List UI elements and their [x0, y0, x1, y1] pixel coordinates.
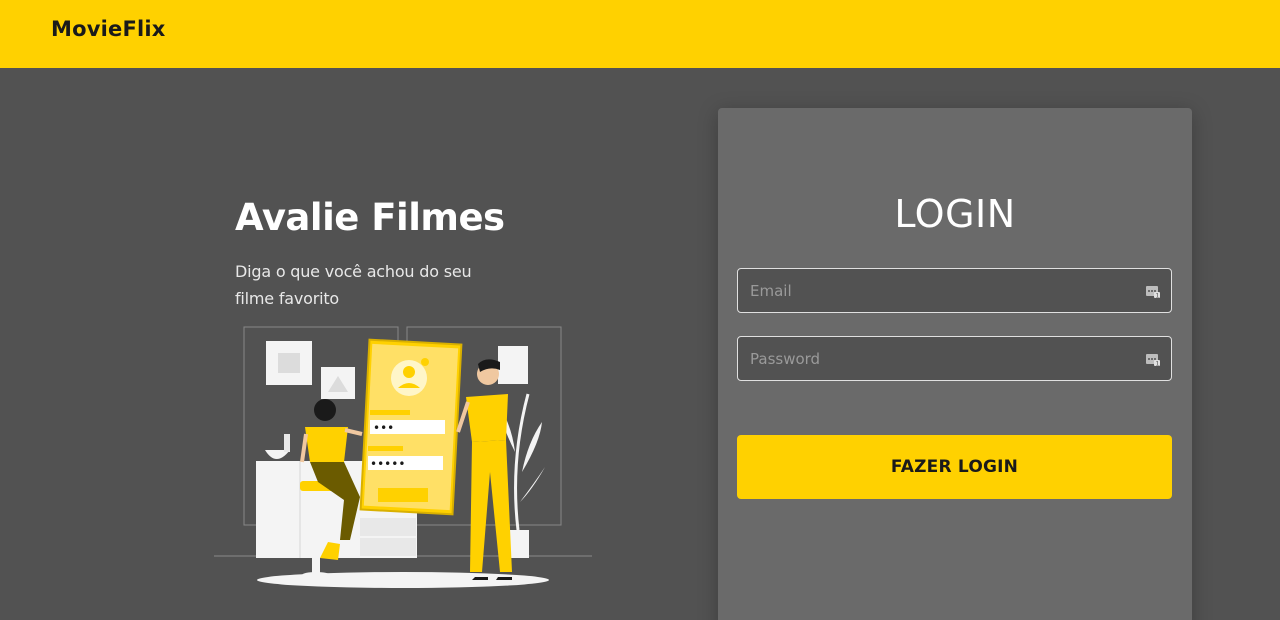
- hero-subtitle: Diga o que você achou do seu filme favor…: [235, 262, 472, 308]
- navbar: MovieFlix: [0, 0, 1280, 68]
- svg-text:1: 1: [1156, 293, 1160, 300]
- password-manager-icon[interactable]: 1: [1145, 351, 1161, 367]
- password-manager-icon[interactable]: 1: [1145, 283, 1161, 299]
- brand-logo[interactable]: MovieFlix: [51, 17, 166, 41]
- login-card: LOGIN 1 1 FAZER LOGIN: [718, 108, 1192, 620]
- password-input[interactable]: [738, 337, 1171, 380]
- login-title: LOGIN: [894, 192, 1016, 236]
- email-input[interactable]: [738, 269, 1171, 312]
- hero-title: Avalie Filmes: [235, 196, 505, 239]
- illustration-password-dots-1: •••: [373, 421, 394, 435]
- login-submit-button[interactable]: FAZER LOGIN: [737, 435, 1172, 499]
- login-illustration: ••• •••••: [214, 326, 592, 588]
- password-field-wrapper: 1: [737, 336, 1172, 381]
- email-field-wrapper: 1: [737, 268, 1172, 313]
- illustration-password-dots-2: •••••: [370, 457, 405, 471]
- svg-text:1: 1: [1156, 361, 1160, 368]
